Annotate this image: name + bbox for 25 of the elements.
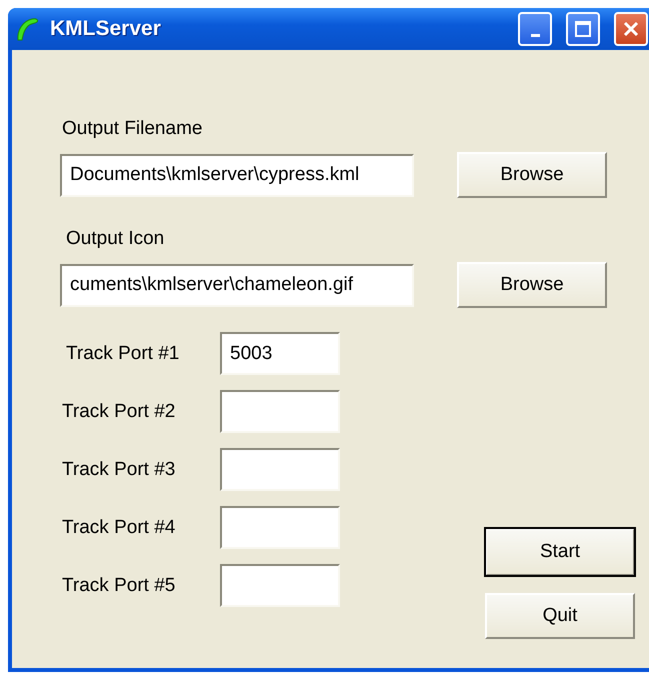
browse-button[interactable]: Browse (457, 262, 607, 308)
port-field[interactable] (220, 564, 340, 607)
port-field[interactable]: 5003 (220, 332, 340, 375)
start-button[interactable]: Start (485, 528, 635, 576)
port-field[interactable] (220, 390, 340, 433)
window-title: KMLServer (50, 17, 162, 41)
port-field[interactable] (220, 506, 340, 549)
minimize-icon (530, 34, 540, 36)
maximize-button[interactable] (566, 12, 600, 46)
path-field[interactable]: Documents\kmlserver\cypress.kml (60, 154, 414, 196)
port-label: Track Port #3 (61, 458, 176, 480)
port-label: Track Port #4 (61, 516, 176, 538)
minimize-button[interactable] (518, 12, 552, 46)
close-button[interactable] (614, 12, 648, 46)
port-label: Track Port #5 (61, 574, 176, 596)
browse-button[interactable]: Browse (457, 152, 607, 198)
path-field[interactable]: cuments\kmlserver\chameleon.gif (60, 264, 414, 306)
close-icon (622, 20, 640, 38)
port-label: Track Port #2 (61, 400, 176, 422)
port-field[interactable] (220, 448, 340, 491)
maximize-icon (574, 20, 592, 38)
port-label: Track Port #1 (65, 342, 180, 364)
field-label: Output Icon (66, 228, 166, 250)
quit-button[interactable]: Quit (485, 593, 635, 639)
field-label: Output Filename (62, 118, 204, 140)
